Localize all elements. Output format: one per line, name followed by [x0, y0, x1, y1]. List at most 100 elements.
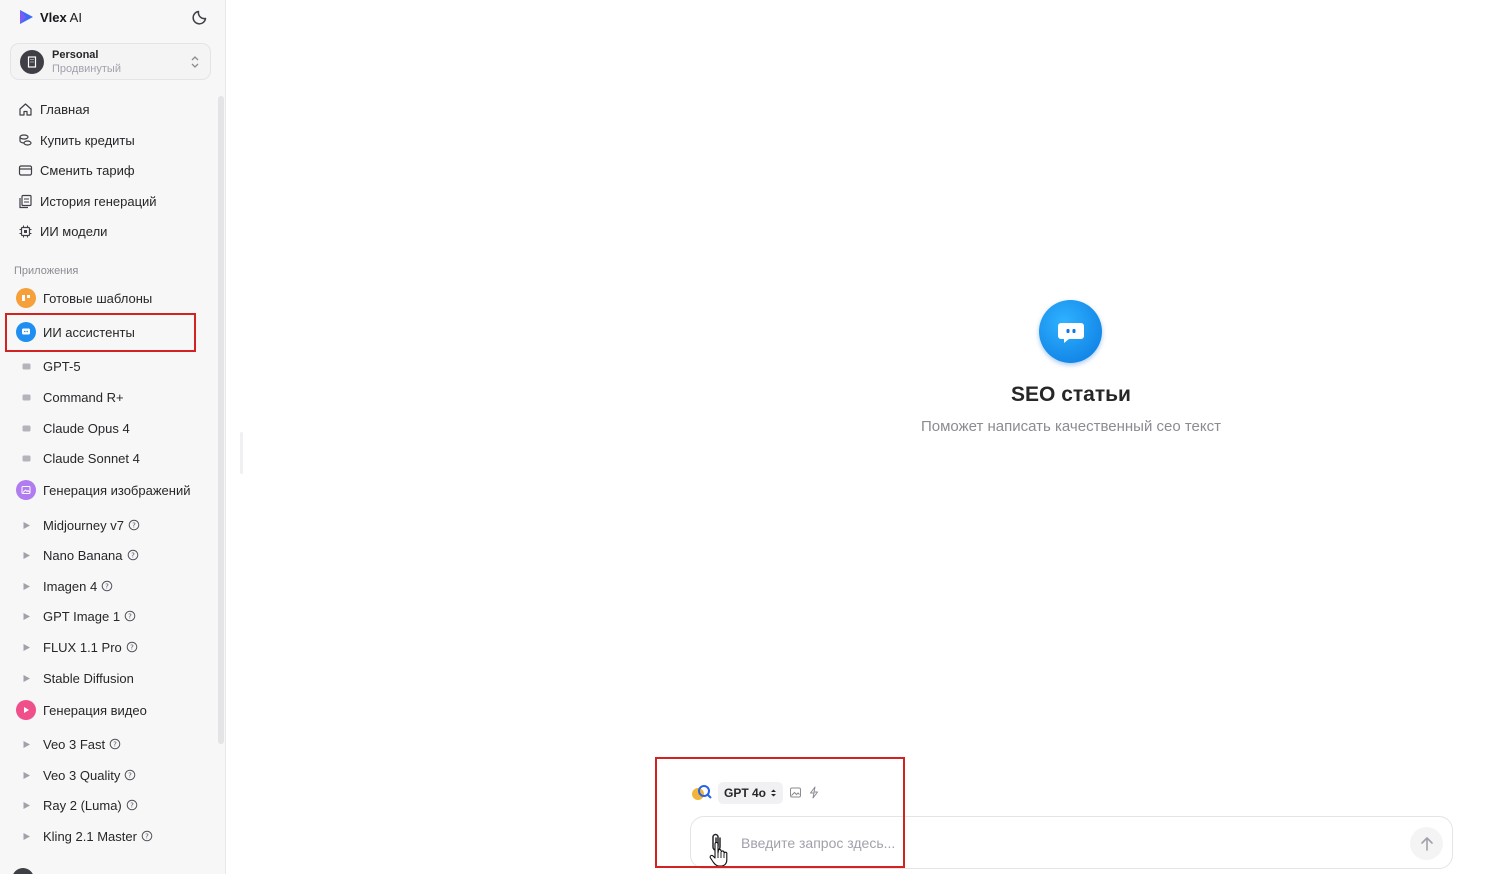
svg-text:?: ? [128, 772, 132, 780]
brand-name: Vlex [40, 9, 67, 25]
app-image-generation[interactable]: Генерация изображений [16, 479, 190, 501]
play-icon [16, 700, 36, 720]
account-plan: Продвинутый [52, 63, 121, 75]
chat-bullet-icon [22, 363, 31, 369]
image-icon[interactable] [789, 786, 802, 799]
sub-label: Claude Sonnet 4 [43, 450, 140, 466]
svg-text:?: ? [113, 741, 117, 749]
prompt-input[interactable] [741, 831, 1341, 855]
model-toolbar: GPT 4o [690, 781, 820, 804]
assistant-item-claude-sonnet[interactable]: Claude Sonnet 4 [22, 449, 140, 467]
brand-logo[interactable]: Vlex AI [18, 8, 82, 26]
play-bullet-icon [23, 643, 30, 651]
svg-text:?: ? [128, 613, 132, 621]
sub-label: FLUX 1.1 Pro [43, 639, 122, 655]
sub-label: Nano Banana [43, 547, 123, 563]
panel-resize-handle[interactable] [240, 432, 243, 474]
image-item-flux[interactable]: FLUX 1.1 Pro ? [22, 638, 138, 656]
image-item-imagen[interactable]: Imagen 4 ? [22, 577, 113, 595]
sidebar: Vlex AI Personal Продвинутый Главная Куп… [0, 0, 226, 874]
video-item-veo-quality[interactable]: Veo 3 Quality ? [22, 766, 136, 784]
chat-bubble-icon [16, 322, 36, 342]
help-icon[interactable]: ? [127, 549, 139, 561]
play-bullet-icon [23, 801, 30, 809]
play-bullet-icon [23, 674, 30, 682]
nav-history[interactable]: История генераций [18, 191, 157, 211]
image-item-stable-diffusion[interactable]: Stable Diffusion [22, 669, 134, 687]
svg-text:?: ? [105, 583, 109, 591]
play-bullet-icon [23, 521, 30, 529]
app-assistants[interactable]: ИИ ассистенты [16, 321, 135, 343]
play-bullet-icon [23, 771, 30, 779]
home-icon [19, 102, 32, 116]
moon-icon[interactable] [192, 7, 210, 25]
help-icon[interactable]: ? [124, 769, 136, 781]
svg-text:?: ? [131, 552, 135, 560]
app-label: Генерация изображений [43, 482, 191, 498]
assistant-subtitle: Поможет написать качественный сео текст [921, 418, 1221, 435]
help-icon[interactable]: ? [126, 799, 138, 811]
nav-label: Купить кредиты [40, 132, 135, 148]
video-item-veo-fast[interactable]: Veo 3 Fast ? [22, 735, 121, 753]
nav-label: ИИ модели [40, 223, 108, 239]
history-icon [19, 194, 32, 208]
play-bullet-icon [23, 612, 30, 620]
nav-buy-credits[interactable]: Купить кредиты [18, 130, 135, 150]
app-templates[interactable]: Готовые шаблоны [16, 287, 152, 309]
help-icon[interactable]: ? [141, 830, 153, 842]
video-item-kling[interactable]: Kling 2.1 Master ? [22, 827, 153, 845]
nav-home[interactable]: Главная [18, 99, 89, 119]
prompt-composer [690, 816, 1453, 869]
sub-label: GPT-5 [43, 358, 81, 374]
templates-icon [16, 288, 36, 308]
send-button[interactable] [1410, 827, 1443, 860]
nav-change-plan[interactable]: Сменить тариф [18, 160, 135, 180]
brand-suffix: AI [66, 9, 82, 25]
sub-label: Imagen 4 [43, 578, 98, 594]
sub-label: Stable Diffusion [43, 670, 134, 686]
user-avatar[interactable] [12, 868, 34, 874]
assistant-item-gpt5[interactable]: GPT-5 [22, 357, 81, 375]
hand-cursor-icon [709, 842, 728, 867]
account-name: Personal [52, 49, 99, 61]
lightning-icon[interactable] [808, 786, 820, 799]
help-icon[interactable]: ? [124, 610, 136, 622]
svg-text:?: ? [132, 522, 136, 530]
model-name: GPT 4o [724, 785, 767, 800]
svg-text:?: ? [130, 644, 134, 652]
help-icon[interactable]: ? [109, 738, 121, 750]
help-icon[interactable]: ? [126, 641, 138, 653]
model-selector[interactable]: GPT 4o [718, 781, 784, 804]
nav-label: История генераций [40, 193, 157, 209]
logo-icon [20, 10, 33, 24]
app-label: Готовые шаблоны [43, 290, 153, 306]
sub-label: Veo 3 Quality [43, 767, 121, 783]
help-icon[interactable]: ? [128, 519, 140, 531]
chevron-updown-icon [191, 56, 199, 68]
app-label: ИИ ассистенты [43, 324, 135, 340]
play-bullet-icon [23, 740, 30, 748]
play-bullet-icon [23, 551, 30, 559]
sub-label: GPT Image 1 [43, 608, 121, 624]
building-icon [20, 50, 44, 74]
app-video-generation[interactable]: Генерация видео [16, 699, 147, 721]
nav-ai-models[interactable]: ИИ модели [18, 221, 107, 241]
svg-text:?: ? [145, 833, 149, 841]
account-switcher[interactable]: Personal Продвинутый [10, 43, 211, 80]
arrow-up-icon [1420, 836, 1433, 851]
app-label: Генерация видео [43, 702, 147, 718]
chip-icon [19, 225, 32, 237]
help-icon[interactable]: ? [101, 580, 113, 592]
image-item-gpt-image[interactable]: GPT Image 1 ? [22, 607, 136, 625]
model-avatar-icon [692, 784, 712, 800]
sub-label: Midjourney v7 [43, 517, 124, 533]
video-item-ray[interactable]: Ray 2 (Luma) ? [22, 796, 138, 814]
image-item-midjourney[interactable]: Midjourney v7 ? [22, 516, 140, 534]
nav-label: Сменить тариф [40, 162, 135, 178]
assistant-title: SEO статьи [1011, 383, 1131, 406]
sub-label: Veo 3 Fast [43, 736, 106, 752]
chat-bubble-icon [1039, 300, 1102, 363]
sub-label: Ray 2 (Luma) [43, 797, 122, 813]
image-item-nano-banana[interactable]: Nano Banana ? [22, 546, 139, 564]
svg-text:?: ? [130, 802, 134, 810]
